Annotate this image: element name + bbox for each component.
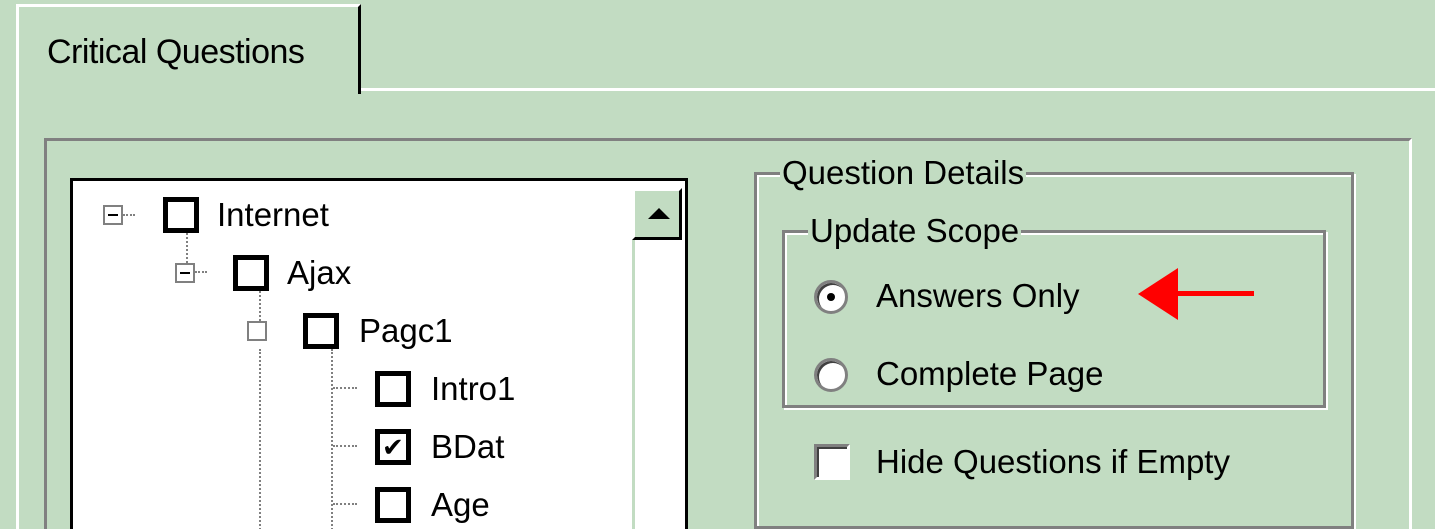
hide-if-empty-label[interactable]: Hide Questions if Empty bbox=[876, 444, 1230, 480]
radio-complete-page-label[interactable]: Complete Page bbox=[876, 356, 1103, 392]
tree-checkbox-intro1[interactable] bbox=[375, 371, 411, 407]
tree-node-internet[interactable]: Internet bbox=[217, 197, 329, 233]
hide-if-empty-checkbox[interactable] bbox=[814, 444, 850, 480]
tree-connector bbox=[333, 503, 357, 505]
collapse-icon[interactable] bbox=[247, 321, 267, 341]
tab-critical-questions[interactable]: Critical Questions bbox=[16, 4, 361, 94]
tab-label: Critical Questions bbox=[47, 33, 305, 71]
collapse-icon[interactable] bbox=[103, 205, 123, 225]
update-scope-legend: Update Scope bbox=[808, 212, 1022, 249]
tree-checkbox-bdat[interactable]: ✔ bbox=[375, 429, 411, 465]
tree-checkbox-pagc1[interactable] bbox=[303, 313, 339, 349]
tree-connector bbox=[259, 291, 261, 321]
tree-node-ajax[interactable]: Ajax bbox=[287, 255, 351, 291]
collapse-icon[interactable] bbox=[175, 263, 195, 283]
question-tree[interactable]: Internet Ajax Pagc1 Intro1 ✔ BDat Age bbox=[70, 178, 688, 529]
tree-connector bbox=[259, 349, 261, 529]
tree-connector bbox=[333, 387, 357, 389]
tree-node-intro1[interactable]: Intro1 bbox=[431, 371, 515, 407]
tree-checkbox-age[interactable] bbox=[375, 487, 411, 523]
tree-connector bbox=[123, 214, 135, 216]
radio-complete-page[interactable] bbox=[814, 358, 848, 392]
question-details-legend: Question Details bbox=[780, 154, 1027, 191]
radio-answers-only[interactable] bbox=[814, 280, 848, 314]
tree-connector bbox=[195, 271, 207, 273]
tree-node-pagc1[interactable]: Pagc1 bbox=[359, 313, 453, 349]
radio-answers-only-label[interactable]: Answers Only bbox=[876, 278, 1080, 314]
tree-node-age[interactable]: Age bbox=[431, 487, 490, 523]
tree-checkbox-ajax[interactable] bbox=[233, 255, 269, 291]
tree-checkbox-internet[interactable] bbox=[163, 197, 199, 233]
tree-connector bbox=[333, 445, 357, 447]
tree-connector bbox=[186, 233, 188, 263]
up-arrow-icon bbox=[648, 208, 670, 219]
tree-connector bbox=[331, 349, 333, 529]
tree-node-bdat[interactable]: BDat bbox=[431, 429, 504, 465]
scroll-up-button[interactable] bbox=[632, 188, 682, 240]
radio-selected-dot bbox=[827, 293, 835, 301]
check-icon: ✔ bbox=[382, 432, 404, 462]
